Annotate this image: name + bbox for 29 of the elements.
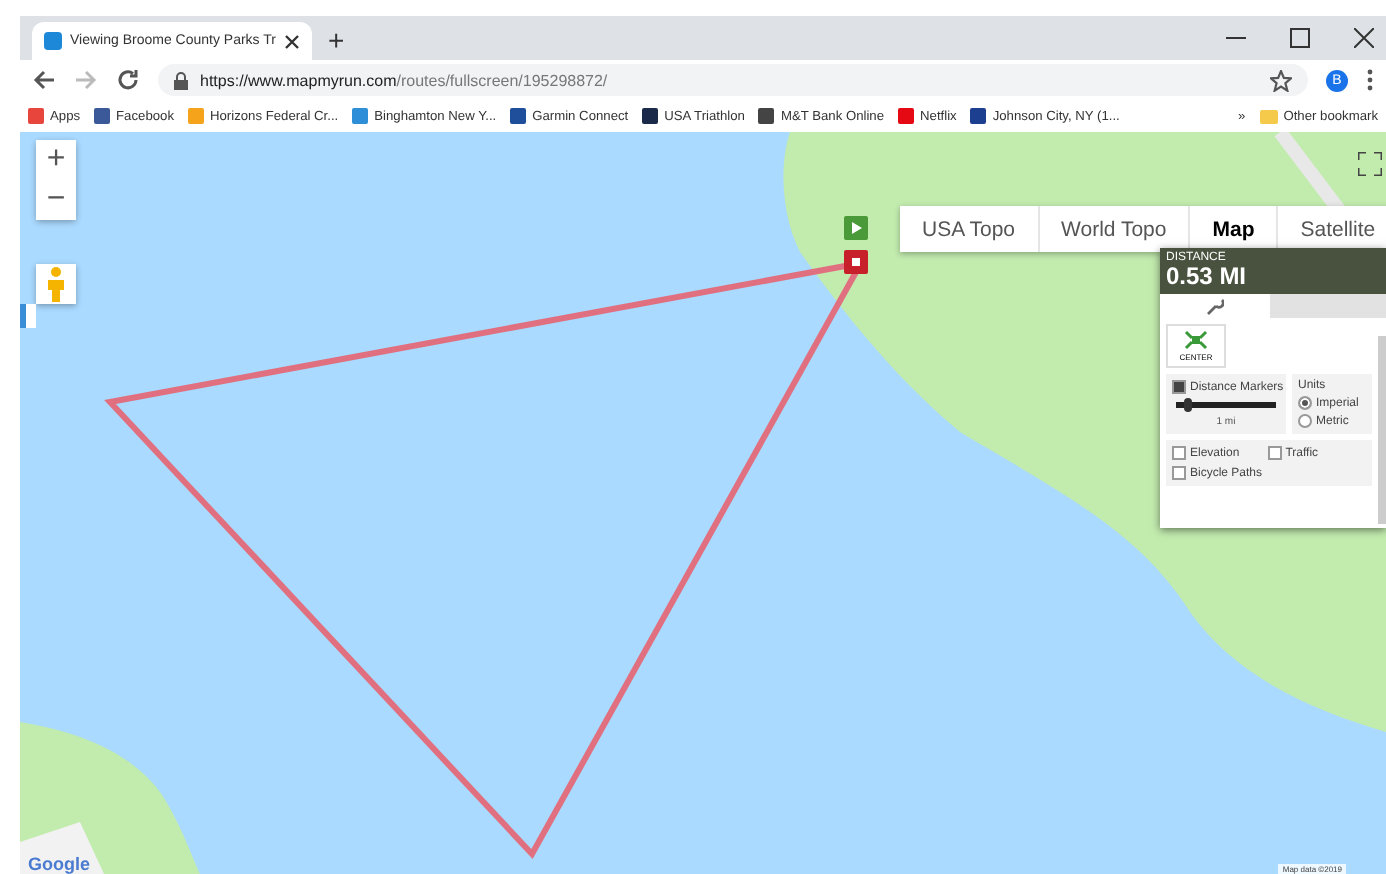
url-text: https://www.mapmyrun.com/routes/fullscreen/195298872/: [200, 71, 608, 89]
menu-icon[interactable]: [1366, 68, 1374, 92]
scrollbar[interactable]: [1378, 336, 1386, 524]
start-marker-icon[interactable]: [844, 216, 868, 240]
maximize-icon[interactable]: [1290, 28, 1310, 48]
distance-marker-slider[interactable]: [1176, 402, 1276, 408]
close-icon[interactable]: [284, 33, 300, 49]
center-icon: [1184, 330, 1208, 350]
map-type-tab[interactable]: World Topo: [1039, 206, 1191, 252]
zoom-out-button[interactable]: −: [36, 180, 76, 220]
zoom-in-button[interactable]: +: [36, 140, 76, 180]
google-logo: Google: [28, 854, 90, 874]
distance-value: 0.53 MI: [1166, 264, 1249, 290]
sidebar-toggle-icon[interactable]: [20, 304, 36, 328]
site-favicon-icon: [44, 32, 62, 50]
new-tab-button[interactable]: +: [328, 24, 345, 56]
wrench-icon: [1206, 297, 1224, 315]
reload-icon[interactable]: [116, 68, 140, 92]
fullscreen-icon[interactable]: [1358, 152, 1382, 176]
back-arrow-icon[interactable]: [32, 68, 56, 92]
lock-icon: [174, 71, 188, 89]
star-icon[interactable]: [1270, 69, 1292, 91]
end-marker-icon[interactable]: [844, 250, 868, 274]
close-icon[interactable]: [1354, 28, 1374, 48]
settings-tab[interactable]: [1160, 294, 1270, 318]
folder-icon: [1259, 109, 1278, 123]
address-bar[interactable]: https://www.mapmyrun.com/routes/fullscreen/195298872/: [158, 64, 1308, 96]
map-type-tab[interactable]: USA Topo: [900, 206, 1040, 252]
map-type-tab[interactable]: Map: [1190, 206, 1279, 252]
